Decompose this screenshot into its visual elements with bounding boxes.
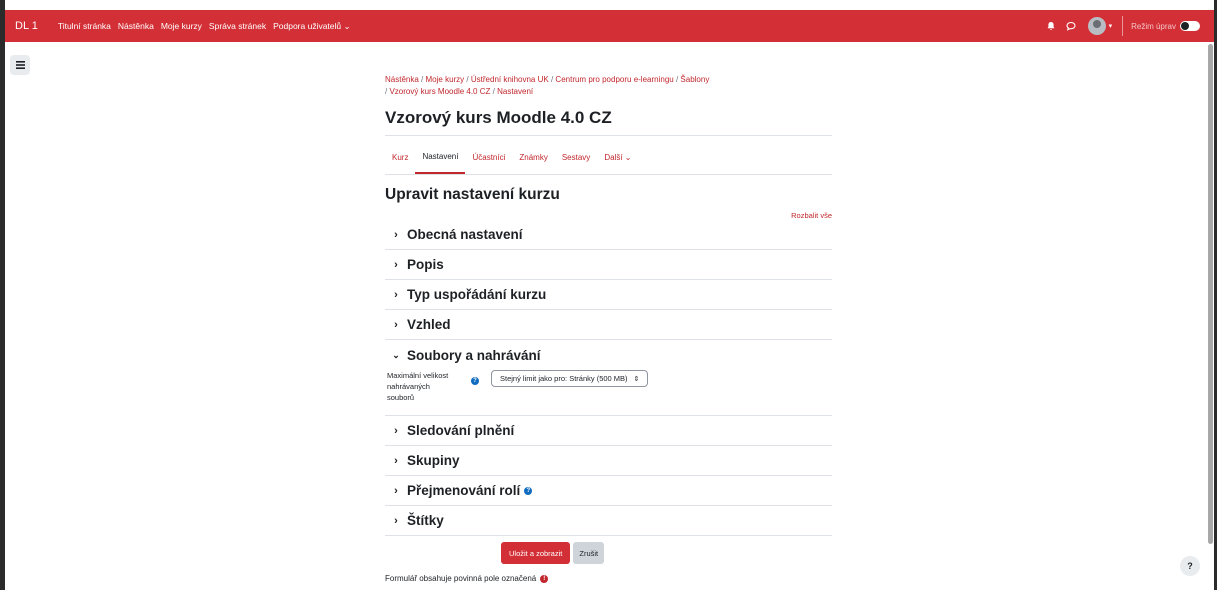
- section-label: Sledování plnění: [407, 423, 515, 438]
- breadcrumb: Nástěnka / Moje kurzy / Ústřední knihovn…: [385, 74, 832, 98]
- chevron-right-icon: ›: [394, 514, 398, 527]
- tab-more[interactable]: Další ⌄: [597, 140, 638, 174]
- nav-link-home[interactable]: Titulní stránka: [58, 21, 111, 32]
- section-label: Štítky: [407, 513, 444, 528]
- select-value: Stejný limit jako pro: Stránky (500 MB): [500, 374, 628, 383]
- chat-bubble-icon[interactable]: [1064, 19, 1078, 33]
- top-strip: [5, 0, 1214, 10]
- breadcrumb-item-elearning-center[interactable]: Centrum pro podporu e-learningu: [555, 75, 673, 84]
- navbar-divider: [1122, 16, 1124, 36]
- nav-link-my-courses[interactable]: Moje kurzy: [161, 21, 202, 32]
- field-label: Maximální velikost nahrávaných souborů: [387, 370, 471, 403]
- section-groups[interactable]: › Skupiny: [385, 446, 832, 476]
- section-label: Typ uspořádání kurzu: [407, 287, 547, 302]
- field-label-line: Maximální velikost: [387, 371, 449, 380]
- scrollbar[interactable]: [1208, 44, 1213, 544]
- window-frame-left: [0, 0, 5, 590]
- breadcrumb-separator: /: [466, 75, 469, 84]
- cancel-button[interactable]: Zrušit: [573, 542, 605, 564]
- help-icon[interactable]: ?: [524, 486, 533, 495]
- tab-grades[interactable]: Známky: [512, 140, 554, 174]
- breadcrumb-separator: /: [385, 87, 388, 96]
- breadcrumb-item-settings[interactable]: Nastavení: [497, 87, 533, 96]
- help-column: ?: [471, 370, 491, 403]
- navbar-right: ▾ Režim úprav: [1044, 10, 1214, 42]
- breadcrumb-item-templates[interactable]: Šablony: [680, 75, 709, 84]
- breadcrumb-item-my-courses[interactable]: Moje kurzy: [426, 75, 465, 84]
- course-index-toggle-button[interactable]: [10, 55, 30, 75]
- edit-mode-toggle[interactable]: [1180, 21, 1200, 31]
- main-content: Nástěnka / Moje kurzy / Ústřední knihovn…: [385, 74, 832, 583]
- max-upload-size-field: Maximální velikost nahrávaných souborů ?…: [385, 370, 832, 415]
- tab-course[interactable]: Kurz: [385, 140, 415, 174]
- page-heading: Upravit nastavení kurzu: [385, 186, 560, 203]
- user-menu-chevron-down-icon[interactable]: ▾: [1109, 22, 1113, 30]
- form-buttons: Uložit a zobrazit Zrušit: [501, 542, 832, 564]
- help-icon[interactable]: ?: [471, 376, 479, 385]
- field-label-line: nahrávaných: [387, 382, 430, 391]
- question-icon: ?: [1187, 561, 1193, 571]
- tab-participants[interactable]: Účastníci: [465, 140, 512, 174]
- section-label: Obecná nastavení: [407, 227, 523, 242]
- user-avatar[interactable]: [1087, 17, 1106, 35]
- section-tags[interactable]: › Štítky: [385, 506, 832, 536]
- tab-settings[interactable]: Nastavení: [415, 140, 466, 174]
- section-completion[interactable]: › Sledování plnění: [385, 416, 832, 446]
- section-role-renaming[interactable]: › Přejmenování rolí ?: [385, 476, 832, 506]
- section-appearance[interactable]: › Vzhled: [385, 310, 832, 340]
- section-general[interactable]: › Obecná nastavení: [385, 220, 832, 250]
- save-and-display-button[interactable]: Uložit a zobrazit: [501, 542, 571, 564]
- primary-navigation: Titulní stránka Nástěnka Moje kurzy Sprá…: [58, 21, 351, 32]
- field-label-line: souborů: [387, 393, 415, 402]
- chevron-right-icon: ›: [394, 424, 398, 437]
- nav-link-site-admin[interactable]: Správa stránek: [209, 21, 266, 32]
- chevron-right-icon: ›: [394, 318, 398, 331]
- edit-mode-label: Režim úprav: [1131, 21, 1176, 31]
- course-title: Vzorový kurs Moodle 4.0 CZ: [385, 108, 612, 127]
- breadcrumb-separator: /: [421, 75, 424, 84]
- title-divider: [385, 135, 832, 136]
- expand-all-link[interactable]: Rozbalit vše: [385, 211, 832, 220]
- breadcrumb-separator: /: [550, 75, 554, 84]
- chevron-right-icon: ›: [394, 288, 398, 301]
- breadcrumb-item-course[interactable]: Vzorový kurs Moodle 4.0 CZ: [389, 87, 490, 96]
- section-description[interactable]: › Popis: [385, 250, 832, 280]
- section-files-uploads: ⌄ Soubory a nahrávání Maximální velikost…: [385, 340, 832, 416]
- section-label: Přejmenování rolí: [407, 483, 521, 498]
- nav-link-dashboard[interactable]: Nástěnka: [118, 21, 154, 32]
- chevron-right-icon: ›: [394, 484, 398, 497]
- required-note-text: Formulář obsahuje povinná pole označená: [385, 574, 537, 583]
- chevron-right-icon: ›: [394, 454, 398, 467]
- required-fields-note: Formulář obsahuje povinná pole označená …: [385, 574, 832, 583]
- section-course-format[interactable]: › Typ uspořádání kurzu: [385, 280, 832, 310]
- chevron-right-icon: ›: [394, 228, 398, 241]
- breadcrumb-item-central-library[interactable]: Ústřední knihovna UK: [471, 75, 549, 84]
- site-brand[interactable]: DL 1: [15, 20, 38, 32]
- navbar: DL 1 Titulní stránka Nástěnka Moje kurzy…: [5, 10, 1214, 42]
- tab-reports[interactable]: Sestavy: [555, 140, 597, 174]
- breadcrumb-item-dashboard[interactable]: Nástěnka: [385, 75, 419, 84]
- chevron-right-icon: ›: [394, 258, 398, 271]
- breadcrumb-separator: /: [675, 75, 679, 84]
- list-icon: [15, 61, 25, 69]
- section-label: Vzhled: [407, 317, 451, 332]
- nav-link-user-support[interactable]: Podpora uživatelů ⌄: [273, 21, 351, 32]
- help-button[interactable]: ?: [1180, 556, 1200, 576]
- section-label: Popis: [407, 257, 444, 272]
- required-icon: !: [540, 574, 549, 583]
- max-upload-size-select[interactable]: Stejný limit jako pro: Stránky (500 MB) …: [491, 370, 649, 387]
- section-label: Skupiny: [407, 453, 460, 468]
- breadcrumb-separator: /: [492, 87, 495, 96]
- bell-icon[interactable]: [1044, 19, 1058, 33]
- select-arrows-icon: ⇕: [633, 375, 640, 383]
- section-label: Soubory a nahrávání: [407, 347, 541, 363]
- secondary-navigation: Kurz Nastavení Účastníci Známky Sestavy …: [385, 141, 832, 175]
- section-header[interactable]: ⌄ Soubory a nahrávání: [385, 340, 832, 370]
- chevron-down-icon: ⌄: [392, 349, 400, 360]
